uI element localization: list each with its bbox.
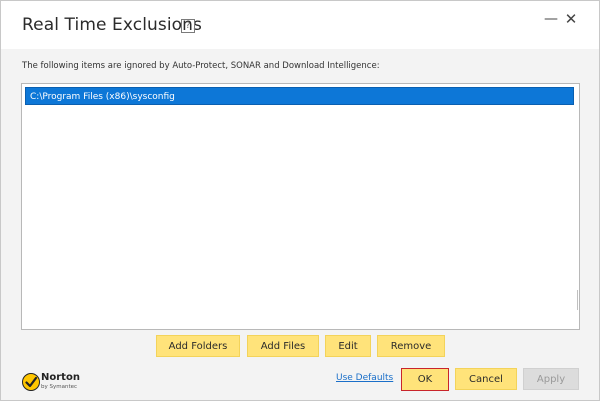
description-text: The following items are ignored by Auto-… [22, 61, 380, 71]
exclusions-list[interactable]: C:\Program Files (x86)\sysconfig [21, 83, 580, 330]
dialog-content: The following items are ignored by Auto-… [1, 49, 599, 400]
minimize-button[interactable]: — [542, 10, 560, 28]
close-button[interactable]: ✕ [562, 10, 580, 28]
edit-button[interactable]: Edit [325, 335, 371, 357]
logo-brand: Norton [41, 372, 80, 383]
use-defaults-link[interactable]: Use Defaults [336, 373, 393, 383]
checkmark-shield-icon [22, 373, 40, 391]
logo-subtitle: by Symantec [41, 384, 78, 390]
exclusions-dialog: Real Time Exclusions ? — ✕ The following… [0, 0, 600, 401]
help-icon[interactable]: ? [181, 19, 195, 33]
title-bar: Real Time Exclusions ? — ✕ [1, 1, 599, 49]
ok-button[interactable]: OK [401, 368, 449, 391]
norton-logo: Norton by Symantec [21, 370, 81, 394]
apply-button[interactable]: Apply [523, 368, 579, 390]
dialog-title: Real Time Exclusions [22, 15, 203, 35]
add-files-button[interactable]: Add Files [247, 335, 319, 357]
list-item[interactable]: C:\Program Files (x86)\sysconfig [25, 87, 574, 105]
scrollbar[interactable] [577, 290, 578, 310]
add-folders-button[interactable]: Add Folders [156, 335, 240, 357]
remove-button[interactable]: Remove [377, 335, 445, 357]
cancel-button[interactable]: Cancel [455, 368, 517, 390]
